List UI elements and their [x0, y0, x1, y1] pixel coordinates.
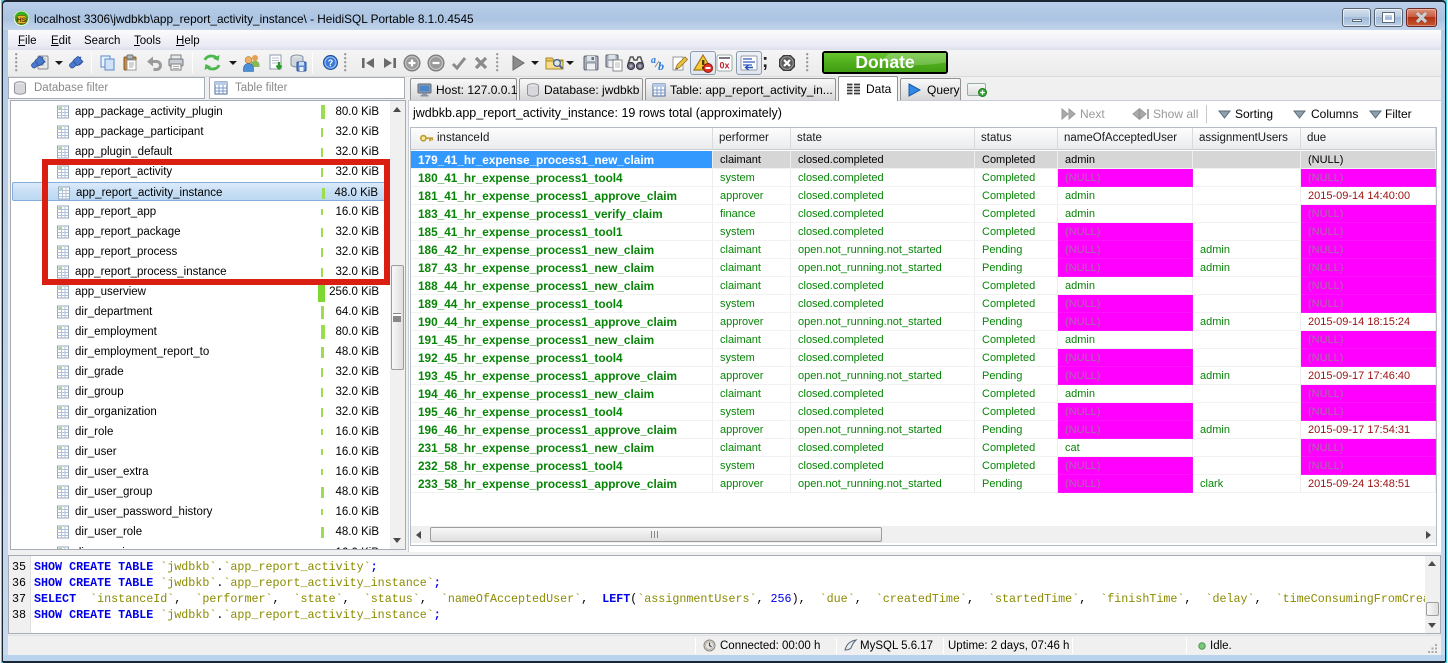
svg-text:HS: HS [17, 17, 27, 24]
svg-text:a: a [651, 55, 656, 66]
svg-text:0x: 0x [719, 61, 729, 71]
svg-text:?: ? [328, 58, 334, 68]
